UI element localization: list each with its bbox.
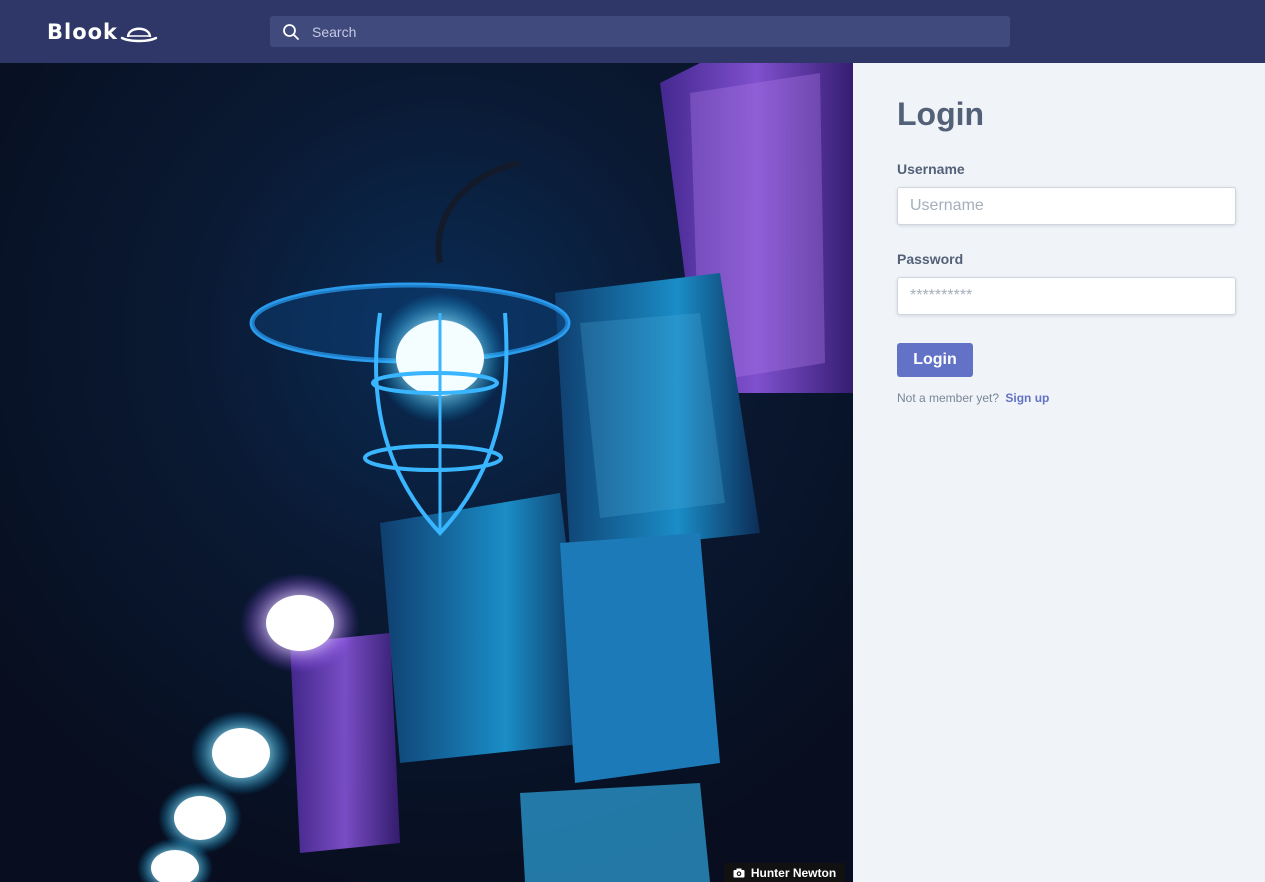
username-label: Username [897, 161, 965, 177]
photo-credit[interactable]: Hunter Newton [724, 863, 845, 882]
search-icon [283, 23, 299, 40]
hat-logo-icon [120, 27, 158, 43]
login-button[interactable]: Login [897, 343, 973, 377]
search-input[interactable] [312, 16, 1010, 47]
camera-icon [733, 868, 745, 877]
photo-credit-name: Hunter Newton [750, 865, 837, 880]
login-panel: Login Username Password Login Not a memb… [853, 63, 1265, 882]
logo-text: Blook [47, 20, 119, 44]
search-bar [270, 16, 1010, 47]
top-navigation-bar: Blook [0, 0, 1265, 63]
password-label: Password [897, 251, 964, 267]
signup-prompt-text: Not a member yet? [897, 391, 1000, 405]
page-title: Login [897, 96, 985, 132]
username-field[interactable] [897, 187, 1236, 225]
logo[interactable]: Blook [47, 18, 158, 46]
password-field[interactable] [897, 277, 1236, 315]
signup-prompt: Not a member yet? Sign up [897, 391, 1049, 405]
signup-link[interactable]: Sign up [1005, 391, 1049, 405]
lamp-and-books-illustration [0, 63, 853, 882]
hero-photo [0, 63, 853, 882]
